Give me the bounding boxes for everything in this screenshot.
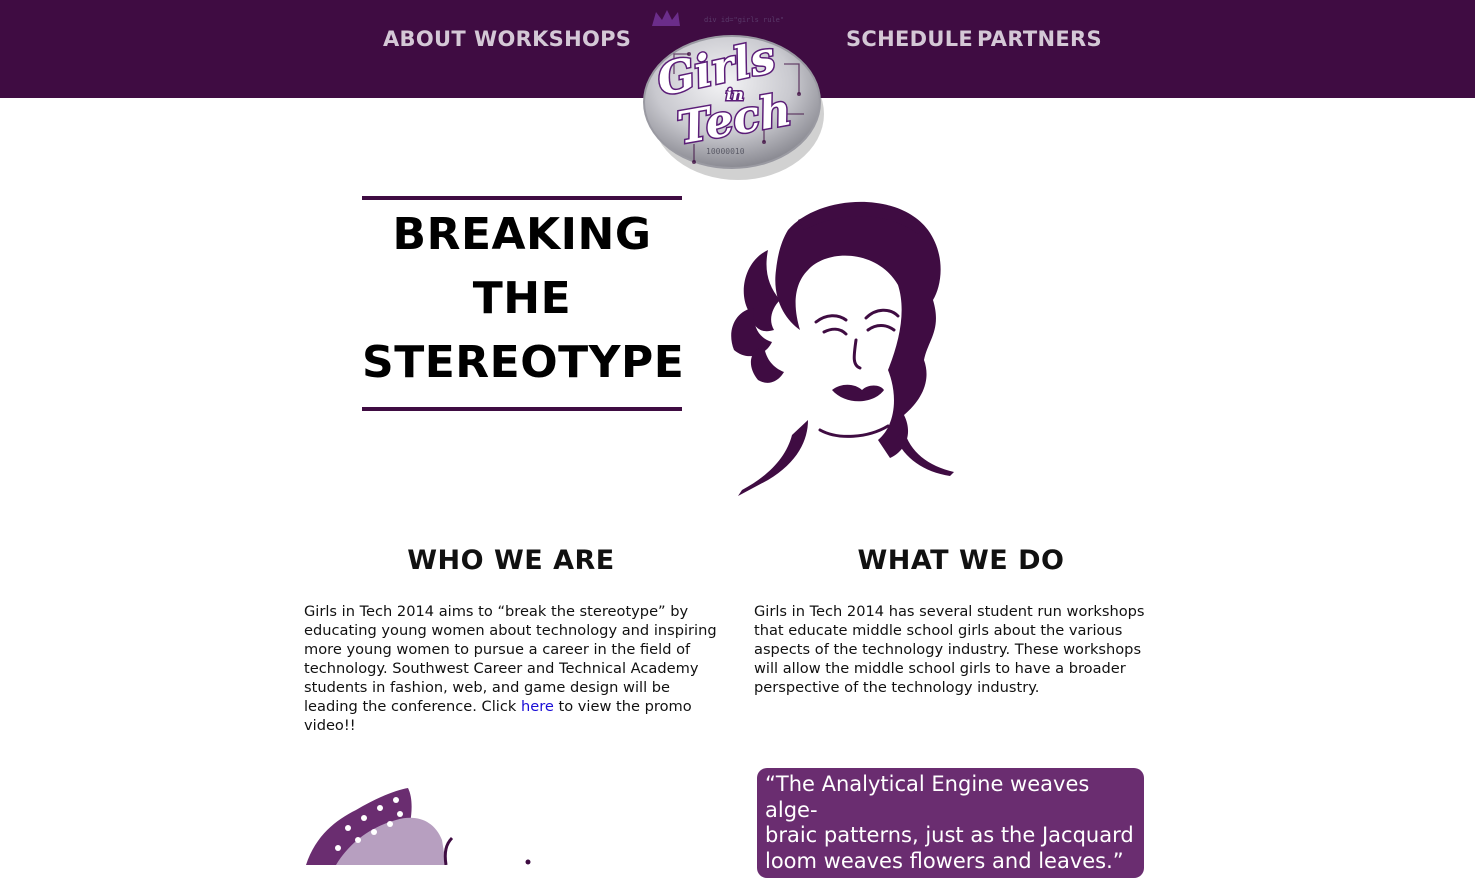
hero-line-2: THE [472,273,572,324]
hero-top-rule [362,196,682,200]
hero-line-1: BREAKING [392,209,652,260]
who-we-are-body: Girls in Tech 2014 aims to “break the st… [304,602,722,735]
retro-woman-illustration [731,201,954,496]
logo-code-text: div id="girls rule" [704,16,784,24]
hero-line-3: STEREOTYPE [362,337,685,388]
nav-partners-link[interactable]: PARTNERS [977,27,1102,51]
quote-line-2: braic patterns, just as the Jacquard [765,823,1134,847]
hero-bottom-rule [362,407,682,411]
quote-box: “The Analytical Engine weaves alge- brai… [757,768,1144,878]
promo-video-link[interactable]: here [521,698,554,715]
nav-schedule-link[interactable]: SCHEDULE [846,27,973,51]
quote-line-3: loom weaves flowers and leaves.” [765,848,1124,873]
what-we-do-heading: WHAT WE DO [857,545,1065,576]
what-we-do-body: Girls in Tech 2014 has several student r… [754,603,1145,696]
hero-title: BREAKING THE STEREOTYPE [362,203,685,395]
who-we-are-heading: WHO WE ARE [407,545,615,576]
girls-in-tech-logo[interactable]: div id="girls rule" 10000010 Girls in Te… [634,4,834,194]
nav-about-link[interactable]: ABOUT [383,27,466,51]
rosie-riveter-illustration [306,788,531,865]
nav-workshops-link[interactable]: WORKSHOPS [474,27,631,51]
quote-line-1: “The Analytical Engine weaves alge- [765,772,1090,822]
quote-text: “The Analytical Engine weaves alge- brai… [765,772,1140,874]
